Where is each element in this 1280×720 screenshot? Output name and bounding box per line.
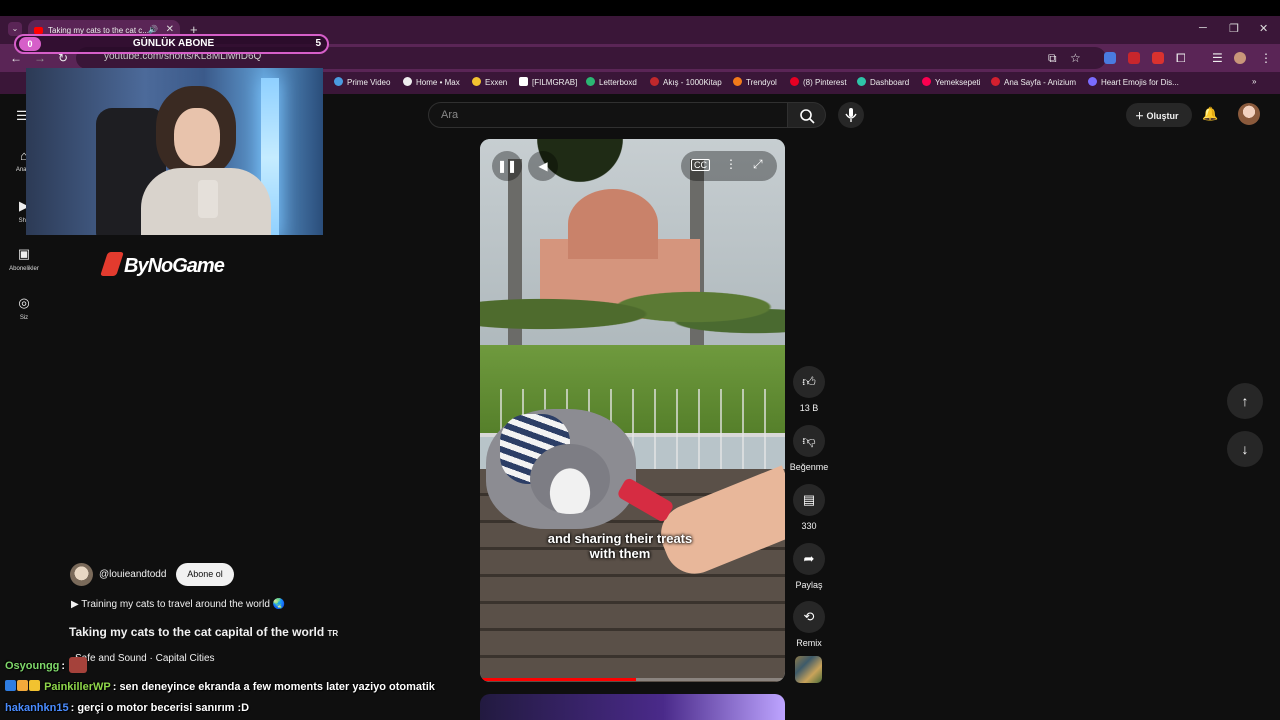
sound-thumbnail[interactable] [795, 656, 822, 683]
video-caption: and sharing their treats with them [547, 531, 693, 561]
captions-icon[interactable]: CC [691, 159, 710, 171]
daily-subscriber-widget: GÜNLÜK ABONE 0 5 [14, 34, 329, 54]
chat-emote-icon [69, 657, 88, 673]
subscriptions-icon: ▣ [17, 246, 31, 261]
sub-widget-goal: 5 [315, 38, 321, 49]
bookmark-item[interactable]: Prime Video [334, 77, 390, 87]
share-button[interactable]: ➦ Paylaş [789, 543, 829, 590]
search-icon [800, 109, 815, 124]
chat-badge-icon [29, 680, 40, 691]
mute-button[interactable]: ◀ [528, 151, 558, 181]
chat-badge-icon [5, 680, 16, 691]
translate-extension-icon[interactable] [1104, 52, 1116, 64]
sub-widget-title: GÜNLÜK ABONE [132, 38, 215, 49]
chat-text: gerçi o motor becerisi sanırım :D [77, 702, 250, 714]
sub-widget-current: 0 [19, 37, 41, 51]
chat-username: Osyoungg [5, 660, 60, 672]
video-frame-trees [480, 279, 785, 349]
bookmark-item[interactable]: Home • Max [403, 77, 460, 87]
comments-button[interactable]: ▤ 330 [789, 484, 829, 531]
pause-button[interactable]: ❚❚ [492, 151, 522, 181]
profile-avatar-icon[interactable] [1234, 52, 1246, 64]
webcam-cup [198, 180, 218, 218]
browser-menu-icon[interactable]: ⋮ [1260, 51, 1272, 65]
previous-short-button[interactable]: ↑ [1227, 383, 1263, 419]
plus-icon: ＋ [1135, 111, 1147, 121]
bookmark-item[interactable]: Letterboxd [586, 77, 637, 87]
arrow-up-icon: ↑ [1241, 393, 1249, 409]
like-button[interactable]: 👍︎ 13 B [789, 366, 829, 413]
bookmark-item[interactable]: (8) Pinterest [790, 77, 847, 87]
microphone-icon [845, 108, 857, 122]
chat-message: hakanhkn15: gerçi o motor becerisi sanır… [5, 702, 250, 714]
channel-name[interactable]: @louieandtodd [99, 569, 166, 580]
bookmark-item[interactable]: Ana Sayfa - Anizium [991, 77, 1076, 87]
shorts-video-player[interactable]: and sharing their treats with them ❚❚ ◀ … [480, 139, 785, 682]
chat-message: Osyoungg: [5, 657, 88, 673]
you-icon: ◎ [18, 295, 30, 310]
next-short-button[interactable]: ↓ [1227, 431, 1263, 467]
video-frame-dome [568, 189, 658, 259]
maximize-icon[interactable]: ❐ [1229, 22, 1239, 35]
bookmark-item[interactable]: Heart Emojis for Dis... [1088, 77, 1179, 87]
chat-message: PainkillerWP: sen deneyince ekranda a fe… [5, 680, 435, 693]
subscribe-button[interactable]: Abone ol [176, 563, 234, 586]
tab-audio-icon[interactable]: 🔊 [148, 25, 158, 34]
bookmark-item[interactable]: Exxen [472, 77, 507, 87]
video-progress-bar[interactable] [480, 678, 785, 681]
remix-button[interactable]: ⟲ Remix [789, 601, 829, 648]
sidebar-item-you[interactable]: ◎ Siz [4, 295, 44, 321]
bookmark-item[interactable]: Yemeksepeti [922, 77, 981, 87]
like-icon: 👍︎ [793, 366, 825, 398]
search-input[interactable]: Ara [428, 102, 788, 128]
sponsor-mark-icon [100, 252, 124, 276]
bookmarks-overflow-icon[interactable]: » [1252, 77, 1256, 86]
bookmark-item[interactable]: Dashboard [857, 77, 909, 87]
comment-icon: ▤ [793, 484, 825, 516]
install-app-icon[interactable]: ⧉ [1048, 51, 1057, 66]
window-close-icon[interactable]: ✕ [1259, 22, 1268, 35]
reading-list-icon[interactable]: ☰ [1212, 51, 1223, 65]
streamer-webcam [26, 68, 323, 235]
minimize-icon[interactable]: ─ [1199, 22, 1207, 34]
short-title: Taking my cats to the cat capital of the… [69, 625, 339, 639]
more-options-icon[interactable]: ⋮ [725, 157, 737, 171]
bookmark-item[interactable]: [FILMGRAB] [519, 77, 577, 87]
bookmark-item[interactable]: Akış - 1000Kitap [650, 77, 722, 87]
youtube-favicon-icon [34, 27, 43, 34]
share-icon: ➦ [793, 543, 825, 575]
extension-icon[interactable] [1128, 52, 1140, 64]
search-button[interactable] [788, 102, 826, 128]
next-short-preview[interactable] [480, 694, 785, 720]
fullscreen-icon[interactable]: ⤢ [753, 157, 763, 172]
chat-username: hakanhkn15 [5, 702, 69, 714]
extensions-puzzle-icon[interactable]: ⧠ [1176, 51, 1186, 66]
dislike-icon: 👎︎ [793, 425, 825, 457]
video-progress-fill [480, 678, 636, 681]
adblock-extension-icon[interactable] [1152, 52, 1164, 64]
account-avatar[interactable] [1238, 103, 1260, 125]
chat-badge-icon [17, 680, 28, 691]
video-frame-cat-face [530, 444, 610, 514]
sound-link[interactable]: Safe and Sound · Capital Cities [75, 653, 215, 664]
sidebar-item-subscriptions[interactable]: ▣ Abonelikler [4, 246, 44, 272]
arrow-down-icon: ↓ [1241, 441, 1249, 457]
remix-icon: ⟲ [793, 601, 825, 633]
sponsor-logo: ByNoGame [100, 252, 225, 278]
chat-text: sen deneyince ekranda a few moments late… [119, 681, 435, 693]
channel-avatar[interactable] [70, 563, 93, 586]
voice-search-button[interactable] [838, 102, 864, 128]
player-controls-group: CC ⋮ ⤢ [681, 151, 777, 181]
screen-top-bar [0, 0, 1280, 16]
create-button[interactable]: ＋ Oluştur [1126, 103, 1192, 127]
notifications-bell-icon[interactable]: 🔔 [1202, 106, 1218, 122]
bookmark-item[interactable]: Trendyol [733, 77, 777, 87]
bookmark-star-icon[interactable]: ☆ [1070, 51, 1081, 65]
webcam-face [174, 108, 220, 166]
dislike-button[interactable]: 👎︎ Beğenme [789, 425, 829, 472]
title-flag: TR [327, 629, 339, 638]
chat-username: PainkillerWP [44, 681, 111, 693]
short-description[interactable]: ▶ Training my cats to travel around the … [71, 599, 285, 610]
